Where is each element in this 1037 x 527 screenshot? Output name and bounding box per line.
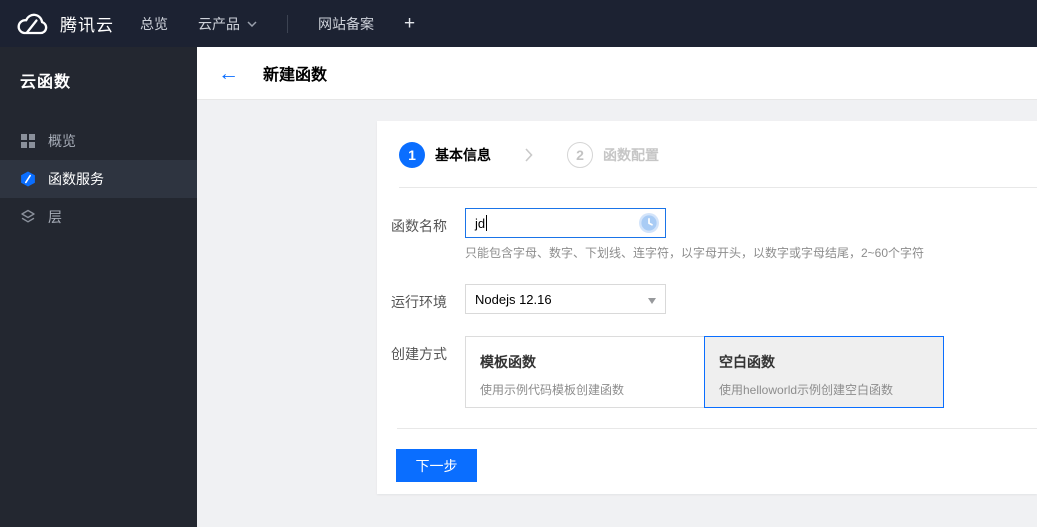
sidebar-item-overview[interactable]: 概览 <box>0 122 197 160</box>
nav-website-filing[interactable]: 网站备案 <box>318 14 374 34</box>
sidebar-item-label: 函数服务 <box>48 171 104 187</box>
creation-method-options: 模板函数 使用示例代码模板创建函数 空白函数 使用helloworld示例创建空… <box>465 336 944 408</box>
function-name-help: 只能包含字母、数字、下划线、连字符，以字母开头，以数字或字母结尾，2~60个字符 <box>465 246 925 260</box>
runtime-value: Nodejs 12.16 <box>475 291 552 307</box>
app-window: 腾讯云 总览 云产品 网站备案 + 云函数 概览 函数服务 层 ← 新建函数 1… <box>0 0 1037 527</box>
step-function-config: 2 函数配置 <box>567 142 659 168</box>
step-1-circle: 1 <box>399 142 425 168</box>
create-function-card: 1 基本信息 2 函数配置 函数名称 jd 只能包含字母、数字、下划线、连字符，… <box>377 121 1037 494</box>
option-title: 空白函数 <box>719 354 775 370</box>
creation-method-row: 创建方式 模板函数 使用示例代码模板创建函数 空白函数 使用helloworld… <box>391 336 1037 408</box>
tencent-cloud-logo[interactable]: 腾讯云 <box>14 11 114 37</box>
cloud-logo-icon <box>14 11 50 37</box>
runtime-row: 运行环境 Nodejs 12.16 <box>391 284 1037 314</box>
step-chevron-icon <box>525 148 533 162</box>
back-arrow-icon[interactable]: ← <box>218 63 239 84</box>
pending-clock-icon <box>638 212 660 234</box>
sidebar-item-label: 层 <box>48 209 62 225</box>
runtime-select[interactable]: Nodejs 12.16 <box>465 284 666 314</box>
nav-cloud-products[interactable]: 云产品 <box>198 14 257 34</box>
main-area: ← 新建函数 1 基本信息 2 函数配置 函数名称 jd 只能包含字母、数字、下… <box>197 47 1037 527</box>
sidebar-item-function-service[interactable]: 函数服务 <box>0 160 197 198</box>
option-template-function[interactable]: 模板函数 使用示例代码模板创建函数 <box>465 336 705 408</box>
overview-grid-icon <box>20 133 36 149</box>
page-title: 新建函数 <box>263 67 328 84</box>
step-1-label: 基本信息 <box>435 147 491 163</box>
sidebar: 云函数 概览 函数服务 层 <box>0 47 197 527</box>
step-2-circle: 2 <box>567 142 593 168</box>
function-service-icon <box>20 171 36 187</box>
next-step-button[interactable]: 下一步 <box>396 449 477 482</box>
option-blank-function[interactable]: 空白函数 使用helloworld示例创建空白函数 <box>704 336 944 408</box>
chevron-down-icon <box>247 20 257 27</box>
topbar-divider <box>287 14 288 33</box>
topbar-nav: 总览 云产品 网站备案 + <box>140 14 415 34</box>
function-name-row: 函数名称 jd 只能包含字母、数字、下划线、连字符，以字母开头，以数字或字母结尾… <box>391 208 1037 261</box>
function-name-value: jd <box>475 215 486 231</box>
option-desc: 使用示例代码模板创建函数 <box>480 383 625 397</box>
nav-overview-label: 总览 <box>140 15 168 32</box>
step-2-label: 函数配置 <box>603 147 659 163</box>
sidebar-item-label: 概览 <box>48 133 76 149</box>
nav-cloud-products-label: 云产品 <box>198 15 240 32</box>
nav-overview[interactable]: 总览 <box>140 14 168 34</box>
text-cursor <box>486 215 488 231</box>
runtime-label: 运行环境 <box>391 294 447 310</box>
sidebar-title: 云函数 <box>20 74 72 91</box>
creation-method-label: 创建方式 <box>391 346 447 362</box>
nav-website-filing-label: 网站备案 <box>318 15 374 32</box>
basic-info-form: 函数名称 jd 只能包含字母、数字、下划线、连字符，以字母开头，以数字或字母结尾… <box>377 188 1037 408</box>
add-tab-button[interactable]: + <box>404 14 415 33</box>
option-desc: 使用helloworld示例创建空白函数 <box>719 383 894 397</box>
page-header: ← 新建函数 <box>197 47 1037 100</box>
option-title: 模板函数 <box>480 354 536 370</box>
select-caret-icon <box>648 298 656 304</box>
divider <box>397 428 1037 429</box>
topbar: 腾讯云 总览 云产品 网站备案 + <box>0 0 1037 47</box>
function-name-input[interactable]: jd <box>465 208 666 238</box>
step-basic-info: 1 基本信息 <box>399 142 491 168</box>
layers-icon <box>20 209 36 225</box>
sidebar-item-layers[interactable]: 层 <box>0 198 197 236</box>
sidebar-menu: 概览 函数服务 层 <box>0 122 197 236</box>
step-indicator: 1 基本信息 2 函数配置 <box>377 121 1037 168</box>
brand-name: 腾讯云 <box>60 16 114 35</box>
function-name-label: 函数名称 <box>391 218 447 234</box>
